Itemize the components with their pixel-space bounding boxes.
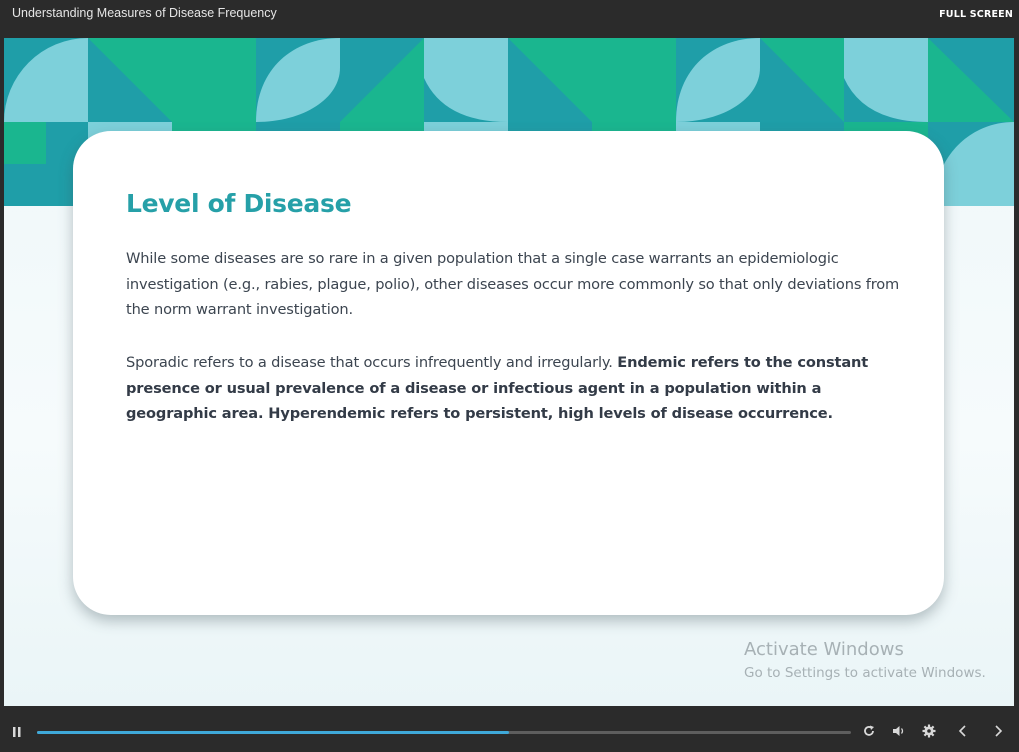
definitions-paragraph: Sporadic refers to a disease that occurs… [126,350,901,427]
replay-icon[interactable] [862,723,876,737]
next-icon[interactable] [992,723,1006,737]
activate-windows-subtitle: Go to Settings to activate Windows. [744,665,986,681]
intro-paragraph: While some diseases are so rare in a giv… [126,250,900,318]
progress-fill [37,731,510,734]
settings-icon[interactable] [922,723,936,738]
player-controls [0,706,1019,752]
slide-stage: Level of Disease While some diseases are… [4,38,1014,706]
pause-icon[interactable] [11,723,25,737]
progress-bar[interactable] [37,731,851,734]
fullscreen-button[interactable]: FULL SCREEN [939,9,1013,20]
content-card: Level of Disease While some diseases are… [73,131,944,615]
sporadic-definition: Sporadic refers to a disease that occurs… [126,354,618,371]
activate-windows-title: Activate Windows [744,639,904,660]
slide-title: Level of Disease [126,189,352,218]
prev-icon[interactable] [957,723,971,737]
volume-icon[interactable] [892,723,906,737]
title-bar: Understanding Measures of Disease Freque… [0,0,1019,38]
course-title: Understanding Measures of Disease Freque… [12,6,277,20]
